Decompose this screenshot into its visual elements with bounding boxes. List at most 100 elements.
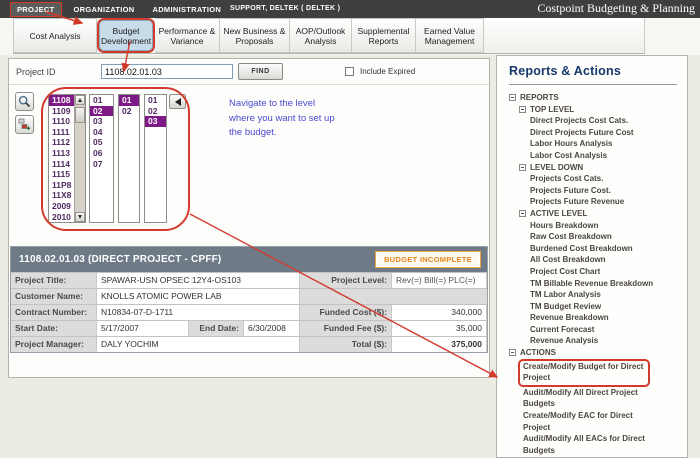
- list-item[interactable]: 1115: [49, 169, 74, 180]
- field-label: Project Title:: [11, 273, 97, 288]
- field-value: 35,000: [392, 321, 487, 336]
- list-item[interactable]: 01: [90, 95, 113, 106]
- action-link-create-modify-eac[interactable]: Create/Modify EAC for Direct Project: [509, 410, 679, 433]
- report-link[interactable]: TM Labor Analysis: [509, 289, 679, 301]
- list-item[interactable]: 02: [145, 106, 166, 117]
- list-item[interactable]: 06: [90, 148, 113, 159]
- tree-expand-button[interactable]: [15, 115, 34, 134]
- tab-bar: Cost Analysis Budget Development Perform…: [0, 18, 700, 55]
- tree-node-top-level[interactable]: TOP LEVEL: [509, 104, 679, 116]
- tab-new-business-proposals[interactable]: New Business & Proposals: [220, 18, 290, 53]
- action-link-audit-modify-budgets[interactable]: Audit/Modify All Direct Project Budgets: [509, 387, 679, 410]
- report-link[interactable]: Projects Cost Cats.: [509, 173, 679, 185]
- collapse-icon[interactable]: [509, 349, 516, 356]
- detail-row-dates: Start Date: 5/17/2007 End Date: 6/30/200…: [11, 320, 487, 336]
- field-label: Start Date:: [11, 321, 97, 336]
- list-item[interactable]: 07: [90, 159, 113, 170]
- list-item[interactable]: 01: [119, 95, 139, 106]
- list-item[interactable]: 11X8: [49, 190, 74, 201]
- list-item[interactable]: 04: [90, 127, 113, 138]
- report-link[interactable]: Hours Breakdown: [509, 220, 679, 232]
- list-item[interactable]: 1110: [49, 116, 74, 127]
- list-item[interactable]: 1108: [49, 95, 74, 106]
- report-link[interactable]: Burdened Cost Breakdown: [509, 243, 679, 255]
- list-item[interactable]: 1109: [49, 106, 74, 117]
- budget-status-badge[interactable]: BUDGET INCOMPLETE: [375, 251, 481, 268]
- detail-row-title: Project Title: SPAWAR-USN OPSEC 12Y4-OS1…: [11, 272, 487, 288]
- project-detail-card: 1108.02.01.03 (DIRECT PROJECT - CPFF) BU…: [10, 246, 488, 353]
- hierarchy-plus-icon: [18, 118, 31, 131]
- tab-supplemental-reports[interactable]: Supplemental Reports: [352, 18, 416, 53]
- list-item[interactable]: 1111: [49, 127, 74, 138]
- field-label: Funded Fee ($):: [300, 321, 392, 336]
- tab-cost-analysis[interactable]: Cost Analysis: [13, 18, 97, 53]
- field-value: 375,000: [392, 337, 487, 352]
- tab-budget-development[interactable]: Budget Development: [97, 18, 155, 53]
- report-link[interactable]: Project Cost Chart: [509, 266, 679, 278]
- down-arrow-icon: [78, 215, 82, 219]
- list-item[interactable]: 03: [145, 116, 166, 127]
- report-link[interactable]: TM Billable Revenue Breakdown: [509, 278, 679, 290]
- collapse-icon[interactable]: [509, 94, 516, 101]
- report-link[interactable]: All Cost Breakdown: [509, 254, 679, 266]
- list-item[interactable]: 1114: [49, 159, 74, 170]
- magnifier-icon: [18, 95, 31, 108]
- report-link[interactable]: Revenue Analysis: [509, 335, 679, 347]
- report-link[interactable]: Raw Cost Breakdown: [509, 231, 679, 243]
- tab-performance-variance[interactable]: Performance & Variance: [155, 18, 220, 53]
- report-link[interactable]: TM Budget Review: [509, 301, 679, 313]
- report-link[interactable]: Labor Cost Analysis: [509, 150, 679, 162]
- zoom-search-button[interactable]: [15, 92, 34, 111]
- menu-administration[interactable]: ADMINISTRATION: [147, 3, 228, 16]
- list-item[interactable]: 03: [90, 116, 113, 127]
- report-link[interactable]: Labor Hours Analysis: [509, 138, 679, 150]
- list-item[interactable]: 11P8: [49, 180, 74, 191]
- collapse-icon[interactable]: [519, 210, 526, 217]
- project-id-input[interactable]: [101, 64, 233, 79]
- navigate-back-button[interactable]: [169, 94, 186, 109]
- reports-actions-sidebar: Reports & Actions REPORTS TOP LEVEL Dire…: [496, 55, 688, 458]
- tree-node-active-level[interactable]: ACTIVE LEVEL: [509, 208, 679, 220]
- report-link[interactable]: Current Forecast: [509, 324, 679, 336]
- menu-project[interactable]: PROJECT: [10, 2, 62, 17]
- action-link-audit-modify-eacs[interactable]: Audit/Modify All EACs for Direct Budgets: [509, 433, 679, 456]
- tree-node-level-down[interactable]: LEVEL DOWN: [509, 162, 679, 174]
- include-expired-checkbox[interactable]: [345, 67, 354, 76]
- list-item[interactable]: 2010: [49, 212, 74, 223]
- list-item[interactable]: 05: [90, 137, 113, 148]
- listbox1-scrollbar[interactable]: [74, 95, 85, 222]
- tree-node-reports[interactable]: REPORTS: [509, 92, 679, 104]
- detail-row-manager: Project Manager: DALY YOCHIM Total ($): …: [11, 336, 487, 352]
- empty-cell: [300, 289, 487, 304]
- find-button[interactable]: FIND: [238, 63, 283, 80]
- navigator-listbox-level1: 1108 1109 1110 1111 1112 1113 1114 1115 …: [48, 94, 86, 223]
- scroll-down-button[interactable]: [75, 212, 85, 222]
- scroll-up-button[interactable]: [75, 95, 85, 105]
- menu-organization[interactable]: ORGANIZATION: [68, 3, 141, 16]
- main-panel: Project ID FIND Include Expired 1108 110…: [8, 58, 490, 378]
- report-link[interactable]: Direct Projects Cost Cats.: [509, 115, 679, 127]
- collapse-icon[interactable]: [519, 164, 526, 171]
- action-link-create-modify-budget[interactable]: Create/Modify Budget for Direct Project: [509, 359, 679, 387]
- field-label: Total ($):: [300, 337, 392, 352]
- tab-strip-spacer: ?: [484, 18, 645, 54]
- list-item[interactable]: 1112: [49, 137, 74, 148]
- field-value: 340,000: [392, 305, 487, 320]
- list-item[interactable]: 02: [90, 106, 113, 117]
- list-item[interactable]: 02: [119, 106, 139, 117]
- list-item[interactable]: 01: [145, 95, 166, 106]
- list-item[interactable]: 2009: [49, 201, 74, 212]
- tab-earned-value-management[interactable]: Earned Value Management: [416, 18, 484, 53]
- list-item[interactable]: 1113: [49, 148, 74, 159]
- field-label: Project Level:: [300, 273, 392, 288]
- tree-node-actions[interactable]: ACTIONS: [509, 347, 679, 359]
- field-value: 6/30/2008: [244, 321, 300, 336]
- report-link[interactable]: Direct Projects Future Cost: [509, 127, 679, 139]
- up-arrow-icon: [78, 98, 82, 102]
- report-link[interactable]: Projects Future Cost.: [509, 185, 679, 197]
- report-link[interactable]: Revenue Breakdown: [509, 312, 679, 324]
- report-link[interactable]: Projects Future Revenue: [509, 196, 679, 208]
- tab-aop-outlook-analysis[interactable]: AOP/Outlook Analysis: [290, 18, 352, 53]
- scrollbar-thumb[interactable]: [75, 107, 85, 123]
- collapse-icon[interactable]: [519, 106, 526, 113]
